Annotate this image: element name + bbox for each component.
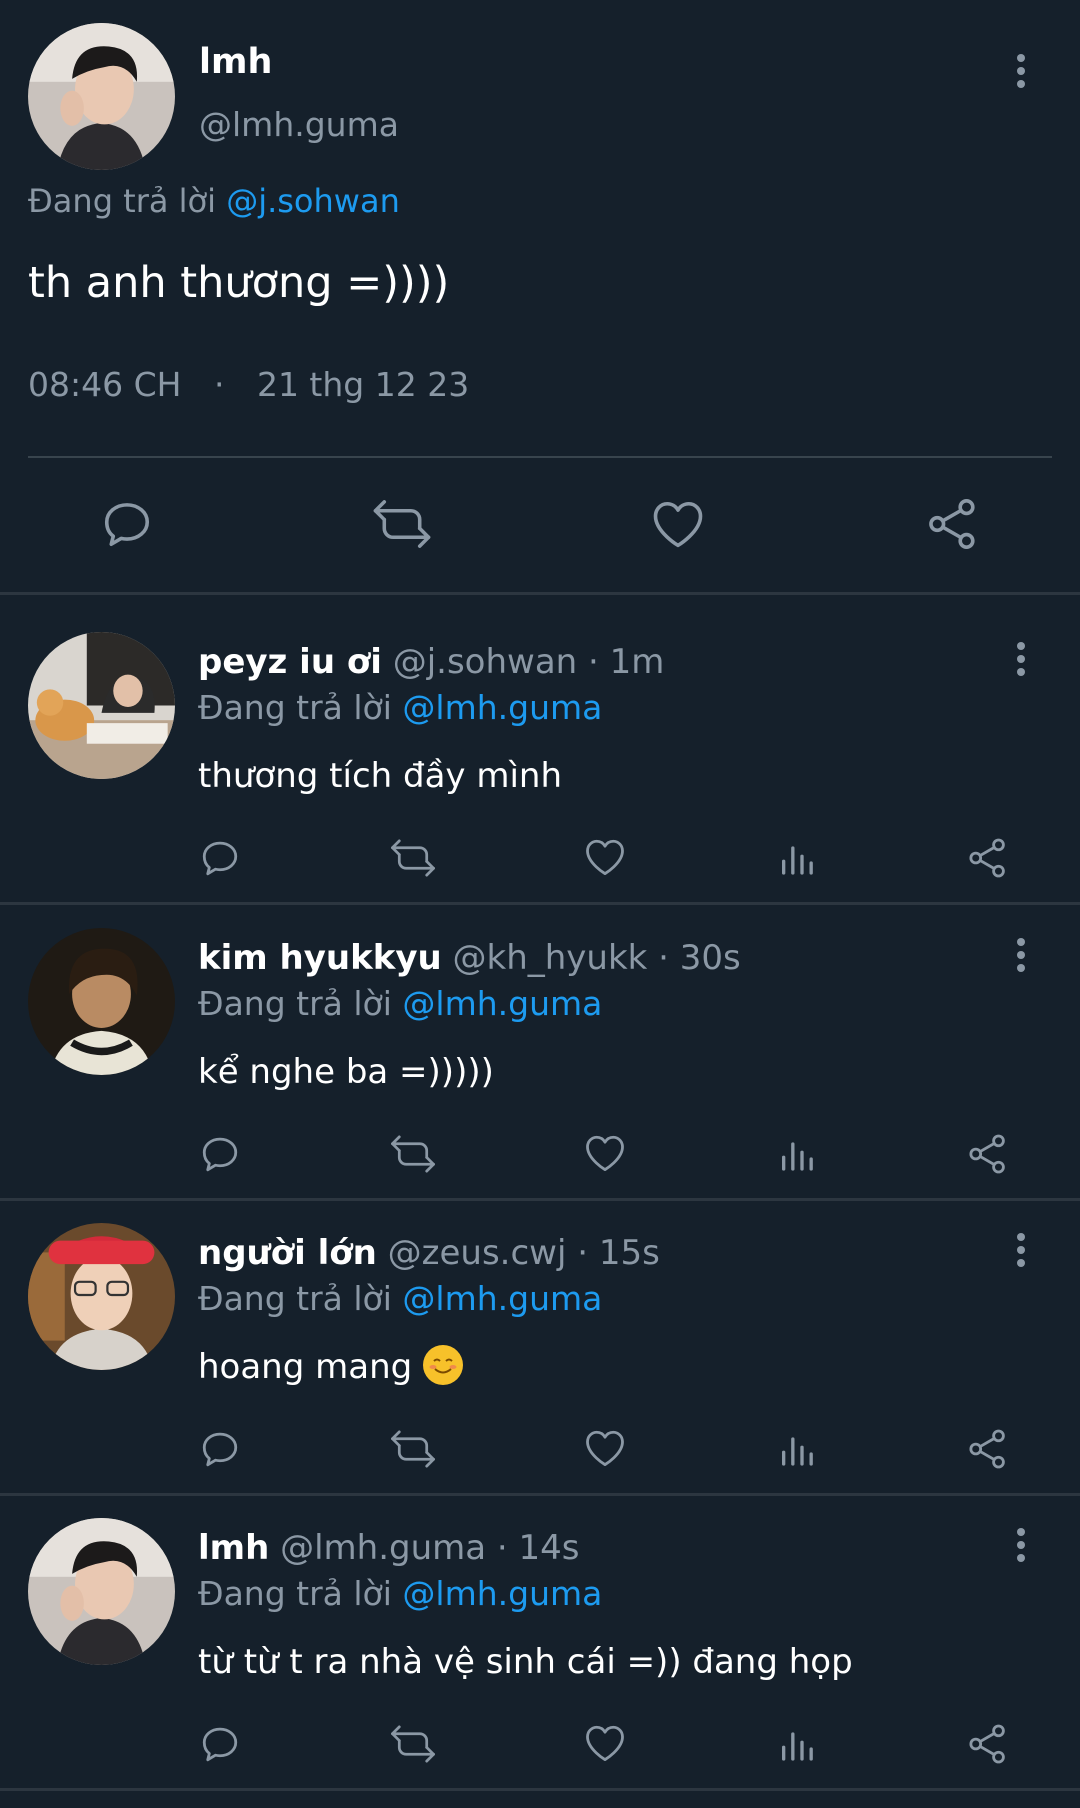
views-icon[interactable] bbox=[777, 1133, 817, 1175]
reply-header: lmh @lmh.guma · 14s bbox=[198, 1528, 580, 1568]
divider bbox=[0, 1788, 1080, 1791]
more-options-icon[interactable] bbox=[1006, 54, 1036, 88]
tweet-meta: 08:46 CH · 21 thg 12 23 bbox=[28, 365, 469, 404]
reply-tweet[interactable]: peyz iu ơi @j.sohwan · 1m Đang trả lời @… bbox=[0, 632, 1080, 922]
views-icon[interactable] bbox=[777, 837, 817, 879]
replying-to-label: Đang trả lời bbox=[198, 688, 392, 727]
replying-to: Đang trả lời @lmh.guma bbox=[198, 688, 602, 727]
tweet-text-container: hoang mang bbox=[198, 1344, 464, 1389]
share-icon[interactable] bbox=[967, 1428, 1009, 1470]
divider bbox=[0, 1493, 1080, 1496]
replying-to-link[interactable]: @lmh.guma bbox=[402, 688, 602, 727]
reply-tweet[interactable]: người lớn @zeus.cwj · 15s Đang trả lời @… bbox=[0, 1223, 1080, 1513]
author-name[interactable]: lmh bbox=[199, 42, 272, 82]
replying-to-link[interactable]: @j.sohwan bbox=[226, 182, 400, 220]
share-icon[interactable] bbox=[967, 1133, 1009, 1175]
reply-icon[interactable] bbox=[199, 837, 241, 879]
smiling-face-emoji bbox=[423, 1344, 464, 1385]
replying-to-label: Đang trả lời bbox=[28, 182, 217, 220]
author-name[interactable]: lmh bbox=[198, 1528, 269, 1568]
reply-tweet[interactable]: kim hyukkyu @kh_hyukk · 30s Đang trả lời… bbox=[0, 928, 1080, 1218]
replying-to-label: Đang trả lời bbox=[198, 1574, 392, 1613]
author-handle[interactable]: @lmh.guma bbox=[199, 105, 399, 144]
avatar[interactable] bbox=[28, 1223, 175, 1370]
like-icon[interactable] bbox=[584, 837, 626, 877]
avatar[interactable] bbox=[28, 928, 175, 1075]
more-options-icon[interactable] bbox=[1006, 938, 1036, 972]
replying-to: Đang trả lời @lmh.guma bbox=[198, 1279, 602, 1318]
divider bbox=[0, 902, 1080, 905]
like-icon[interactable] bbox=[651, 499, 705, 549]
reply-tweet[interactable]: lmh @lmh.guma · 14s Đang trả lời @lmh.gu… bbox=[0, 1518, 1080, 1808]
retweet-icon[interactable] bbox=[389, 1133, 437, 1175]
meta-separator: · bbox=[213, 365, 225, 404]
views-icon[interactable] bbox=[777, 1428, 817, 1470]
like-icon[interactable] bbox=[584, 1723, 626, 1763]
author-name[interactable]: peyz iu ơi bbox=[198, 642, 382, 682]
tweet-text: hoang mang bbox=[198, 1347, 413, 1387]
tweet-text: kể nghe ba =))))) bbox=[198, 1052, 494, 1092]
tweet-time: 08:46 CH bbox=[28, 365, 182, 404]
reply-header: peyz iu ơi @j.sohwan · 1m bbox=[198, 642, 664, 682]
views-icon[interactable] bbox=[777, 1723, 817, 1765]
author-handle-time[interactable]: @zeus.cwj · 15s bbox=[388, 1233, 660, 1273]
retweet-icon[interactable] bbox=[371, 497, 433, 551]
avatar[interactable] bbox=[28, 23, 175, 170]
author-name[interactable]: người lớn bbox=[198, 1233, 377, 1273]
reply-icon[interactable] bbox=[100, 497, 154, 551]
tweet-date: 21 thg 12 23 bbox=[256, 365, 470, 404]
replying-to-label: Đang trả lời bbox=[198, 984, 392, 1023]
replying-to: Đang trả lời @lmh.guma bbox=[198, 1574, 602, 1613]
more-options-icon[interactable] bbox=[1006, 642, 1036, 676]
reply-header: kim hyukkyu @kh_hyukk · 30s bbox=[198, 938, 741, 978]
more-options-icon[interactable] bbox=[1006, 1528, 1036, 1562]
replying-to-link[interactable]: @lmh.guma bbox=[402, 1574, 602, 1613]
author-handle-time[interactable]: @j.sohwan · 1m bbox=[393, 642, 665, 682]
retweet-icon[interactable] bbox=[389, 1428, 437, 1470]
replying-to-link[interactable]: @lmh.guma bbox=[402, 1279, 602, 1318]
divider bbox=[0, 592, 1080, 595]
tweet-text: th anh thương =)))) bbox=[28, 258, 450, 308]
replying-to: Đang trả lời @j.sohwan bbox=[28, 182, 400, 220]
like-icon[interactable] bbox=[584, 1133, 626, 1173]
retweet-icon[interactable] bbox=[389, 837, 437, 879]
author-handle-time[interactable]: @lmh.guma · 14s bbox=[280, 1528, 579, 1568]
author-handle-time[interactable]: @kh_hyukk · 30s bbox=[453, 938, 741, 978]
share-icon[interactable] bbox=[967, 1723, 1009, 1765]
reply-icon[interactable] bbox=[199, 1133, 241, 1175]
avatar[interactable] bbox=[28, 1518, 175, 1665]
reply-icon[interactable] bbox=[199, 1723, 241, 1765]
reply-header: người lớn @zeus.cwj · 15s bbox=[198, 1233, 660, 1273]
main-tweet: lmh @lmh.guma Đang trả lời @j.sohwan th … bbox=[0, 0, 1080, 595]
divider bbox=[28, 456, 1052, 458]
share-icon[interactable] bbox=[926, 497, 980, 551]
share-icon[interactable] bbox=[967, 837, 1009, 879]
author-name[interactable]: kim hyukkyu bbox=[198, 938, 442, 978]
tweet-text: thương tích đầy mình bbox=[198, 756, 563, 796]
replying-to: Đang trả lời @lmh.guma bbox=[198, 984, 602, 1023]
avatar-image bbox=[28, 23, 175, 170]
divider bbox=[0, 1198, 1080, 1201]
like-icon[interactable] bbox=[584, 1428, 626, 1468]
tweet-text: từ từ t ra nhà vệ sinh cái =)) đang họp bbox=[198, 1642, 853, 1682]
reply-icon[interactable] bbox=[199, 1428, 241, 1470]
more-options-icon[interactable] bbox=[1006, 1233, 1036, 1267]
avatar[interactable] bbox=[28, 632, 175, 779]
replying-to-label: Đang trả lời bbox=[198, 1279, 392, 1318]
retweet-icon[interactable] bbox=[389, 1723, 437, 1765]
replying-to-link[interactable]: @lmh.guma bbox=[402, 984, 602, 1023]
